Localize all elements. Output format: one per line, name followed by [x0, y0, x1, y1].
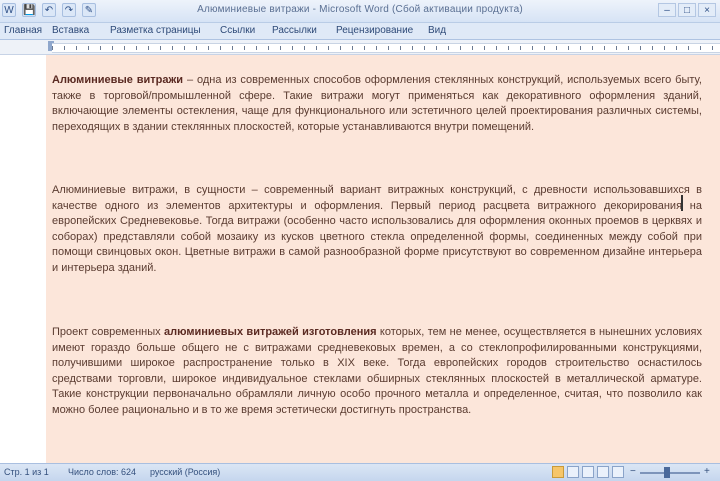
horizontal-ruler[interactable] — [0, 40, 720, 55]
page-indicator[interactable]: Стр. 1 из 1 — [4, 467, 49, 477]
zoom-slider[interactable] — [640, 472, 700, 474]
tab-view[interactable]: Вид — [428, 25, 446, 36]
status-bar: Стр. 1 из 1 Число слов: 624 русский (Рос… — [0, 463, 720, 481]
zoom-thumb[interactable] — [664, 467, 670, 478]
view-buttons — [552, 466, 624, 478]
paragraph-text: которых, тем не менее, осуществляется в … — [52, 326, 703, 416]
title-bar: W 💾 ↶ ↷ ✎ Алюминиевые витражи - Microsof… — [0, 0, 720, 23]
language-indicator[interactable]: русский (Россия) — [150, 467, 220, 477]
zoom-out-button[interactable]: − — [630, 466, 636, 477]
tab-page-layout[interactable]: Разметка страницы — [110, 25, 201, 36]
tab-mailings[interactable]: Рассылки — [272, 25, 317, 36]
paragraph-2[interactable]: Алюминиевые витражи, в сущности – соврем… — [52, 183, 702, 276]
text-cursor — [681, 195, 683, 211]
ruler-scale — [52, 43, 720, 53]
tab-review[interactable]: Рецензирование — [336, 25, 413, 36]
paragraph-1[interactable]: Алюминиевые витражи – одна из современны… — [52, 73, 702, 135]
paragraph-3[interactable]: Проект современных алюминиевых витражей … — [52, 325, 702, 418]
paragraph-text: Проект современных — [52, 326, 165, 338]
tab-references[interactable]: Ссылки — [220, 25, 255, 36]
paragraph-text: Алюминиевые витражи, в сущности – соврем… — [52, 184, 702, 274]
window-title: Алюминиевые витражи - Microsoft Word (Сб… — [197, 4, 523, 15]
outline-icon[interactable] — [597, 466, 609, 478]
print-layout-icon[interactable] — [552, 466, 564, 478]
maximize-button[interactable]: □ — [678, 3, 696, 17]
minimize-button[interactable]: – — [658, 3, 676, 17]
bold-term: Алюминиевые витражи — [52, 74, 184, 86]
full-screen-icon[interactable] — [567, 466, 579, 478]
draft-icon[interactable] — [612, 466, 624, 478]
window-controls: – □ × — [658, 3, 716, 17]
bold-term: алюминиевых витражей изготовления — [164, 326, 377, 338]
tab-home[interactable]: Главная — [4, 25, 42, 36]
ribbon-tabs: Главная Вставка Разметка страницы Ссылки… — [0, 23, 720, 40]
tab-insert[interactable]: Вставка — [52, 25, 89, 36]
close-button[interactable]: × — [698, 3, 716, 17]
word-count[interactable]: Число слов: 624 — [68, 467, 136, 477]
left-margin — [0, 55, 46, 463]
zoom-in-button[interactable]: + — [704, 466, 710, 477]
web-layout-icon[interactable] — [582, 466, 594, 478]
document-page[interactable]: Алюминиевые витражи – одна из современны… — [46, 55, 720, 463]
